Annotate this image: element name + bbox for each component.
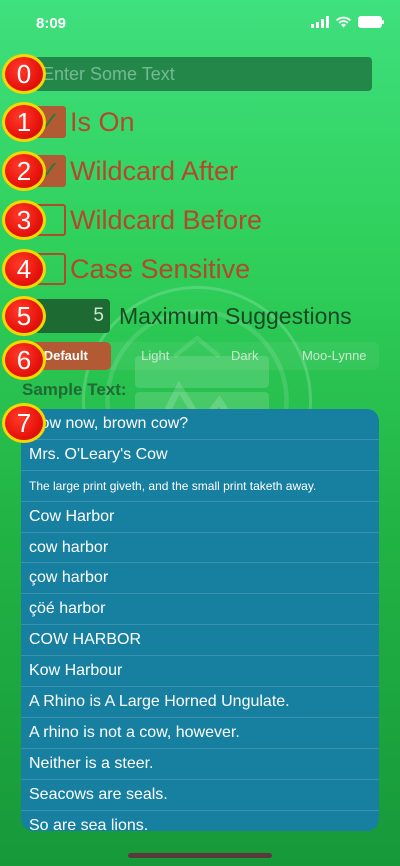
toggle-wildcard-after[interactable]: ✓ Wildcard After bbox=[34, 151, 238, 191]
sample-text-list[interactable]: How now, brown cow? Mrs. O'Leary's Cow T… bbox=[21, 409, 379, 831]
status-bar: 8:09 bbox=[0, 0, 400, 48]
list-item[interactable]: Kow Harbour bbox=[21, 656, 379, 688]
max-suggestions-label: Maximum Suggestions bbox=[119, 302, 352, 329]
battery-icon bbox=[358, 16, 384, 28]
list-item[interactable]: COW HARBOR bbox=[21, 625, 379, 657]
list-item[interactable]: A rhino is not a cow, however. bbox=[21, 718, 379, 749]
marker-badge-1: 1 bbox=[2, 102, 46, 142]
toggle-label-wildcard-before: Wildcard Before bbox=[70, 204, 263, 235]
marker-badge-2: 2 bbox=[2, 151, 46, 191]
sample-text-label: Sample Text: bbox=[22, 380, 127, 399]
toggle-label-case-sensitive: Case Sensitive bbox=[70, 253, 251, 284]
marker-badge-3: 3 bbox=[2, 200, 46, 240]
list-item[interactable]: Seacows are seals. bbox=[21, 780, 379, 811]
list-item[interactable]: So are sea lions. bbox=[21, 811, 379, 831]
status-time: 8:09 bbox=[36, 15, 67, 32]
toggle-wildcard-before[interactable]: Wildcard Before bbox=[34, 200, 262, 240]
marker-badge-7: 7 bbox=[2, 403, 46, 443]
marker-badge-4: 4 bbox=[2, 249, 46, 289]
list-item[interactable]: A Rhino is A Large Horned Ungulate. bbox=[21, 687, 379, 718]
toggle-case-sensitive[interactable]: Case Sensitive bbox=[34, 249, 250, 289]
segment-dark[interactable]: Dark bbox=[200, 342, 290, 370]
theme-segmented-control: Default Light Dark Moo-Lynne bbox=[21, 342, 379, 370]
list-item[interactable]: Neither is a steer. bbox=[21, 749, 379, 780]
signal-icon bbox=[311, 16, 329, 28]
list-item[interactable]: Mrs. O'Leary's Cow bbox=[21, 440, 379, 471]
list-item[interactable]: çow harbor bbox=[21, 563, 379, 595]
home-indicator[interactable] bbox=[128, 853, 272, 858]
max-suggestions-row: 5 Maximum Suggestions bbox=[34, 298, 352, 334]
search-input[interactable] bbox=[34, 57, 372, 91]
wifi-icon bbox=[336, 16, 351, 28]
toggle-label-wildcard-after: Wildcard After bbox=[70, 155, 239, 186]
marker-badge-6: 6 bbox=[2, 340, 46, 380]
segment-moo-lynne[interactable]: Moo-Lynne bbox=[290, 342, 380, 370]
marker-badge-0: 0 bbox=[2, 54, 46, 94]
list-item[interactable]: Cow Harbor bbox=[21, 502, 379, 533]
list-item[interactable]: The large print giveth, and the small pr… bbox=[21, 471, 379, 502]
list-item[interactable]: How now, brown cow? bbox=[21, 409, 379, 440]
list-item[interactable]: çöé harbor bbox=[21, 594, 379, 626]
list-item[interactable]: cow harbor bbox=[21, 533, 379, 564]
marker-badge-5: 5 bbox=[2, 296, 46, 336]
status-icons bbox=[311, 16, 384, 28]
toggle-label-is-on: Is On bbox=[70, 106, 135, 137]
toggle-is-on[interactable]: ✓ Is On bbox=[34, 102, 135, 142]
segment-light[interactable]: Light bbox=[111, 342, 201, 370]
